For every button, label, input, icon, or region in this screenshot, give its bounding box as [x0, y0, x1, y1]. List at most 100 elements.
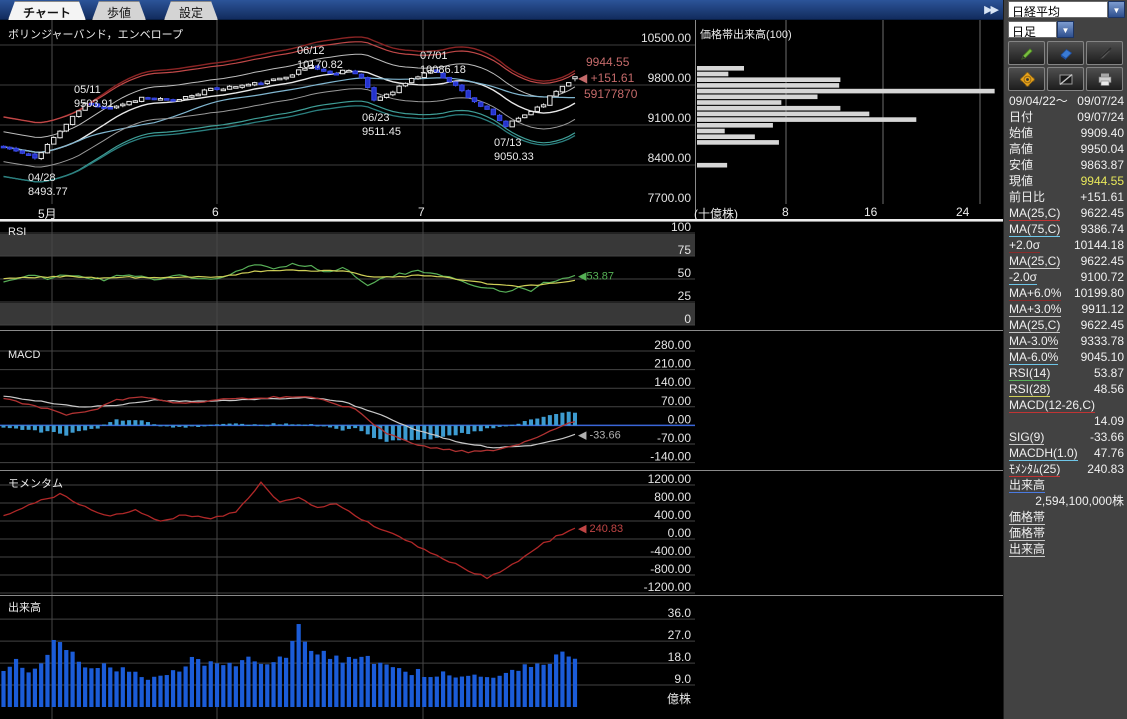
- period-selector[interactable]: 日足 ▼: [1008, 21, 1074, 38]
- sidebar-row-label: 前日比: [1009, 190, 1045, 206]
- settings-gear-icon[interactable]: [1008, 67, 1045, 91]
- tab-chart[interactable]: チャート: [8, 1, 86, 20]
- sidebar-row-label[interactable]: MA-6.0%: [1009, 350, 1058, 366]
- sidebar-row-label[interactable]: MA+3.0%: [1009, 302, 1061, 318]
- symbol-dropdown-button[interactable]: ▼: [1108, 1, 1125, 18]
- sidebar-row-label[interactable]: 出来高: [1009, 542, 1045, 558]
- tab-quotes-label: 歩値: [107, 6, 131, 20]
- sidebar-row-label[interactable]: 価格帯: [1009, 526, 1045, 542]
- sidebar-row: 出来高: [1008, 542, 1125, 558]
- sidebar-row-label[interactable]: -2.0σ: [1009, 270, 1037, 286]
- sidebar-row-label: 安値: [1009, 158, 1033, 174]
- tab-quotes[interactable]: 歩値: [92, 1, 146, 20]
- toolbar-row-2: [1008, 67, 1125, 91]
- symbol-selector[interactable]: 日経平均 ▼: [1008, 1, 1125, 18]
- svg-text:9100.00: 9100.00: [648, 111, 692, 125]
- sidebar-row-label[interactable]: MACD(12-26,C): [1009, 398, 1095, 414]
- svg-text:10086.18: 10086.18: [420, 64, 466, 76]
- sidebar-row-label[interactable]: 価格帯: [1009, 510, 1045, 526]
- eraser-icon[interactable]: [1047, 41, 1084, 65]
- rsi-panel-label: RSI: [8, 226, 26, 238]
- rsi-chart[interactable]: 100 75 50 25 0 ◀53.87: [0, 221, 1003, 330]
- macd-chart[interactable]: 280.00210.00140.0070.000.00-70.00-140.00…: [0, 330, 1003, 470]
- sidebar-row-value: 240.83: [1087, 462, 1124, 478]
- svg-text:10500.00: 10500.00: [641, 31, 691, 45]
- svg-text:7700.00: 7700.00: [648, 191, 692, 204]
- volume-by-price-chart[interactable]: [695, 20, 1003, 204]
- main-chart-title: ボリンジャーバンド，エンベロープ: [8, 26, 183, 42]
- svg-text:18.0: 18.0: [668, 650, 692, 664]
- sidebar-row: 始値9909.40: [1008, 126, 1125, 142]
- svg-text:75: 75: [678, 243, 692, 257]
- sidebar-row-value: 14.09: [1094, 414, 1124, 430]
- sidebar-row: 安値 9863.87: [1008, 158, 1125, 174]
- svg-text:◀ 240.83: ◀ 240.83: [578, 523, 623, 535]
- sidebar-row-label[interactable]: RSI(14): [1009, 366, 1050, 382]
- svg-text:9.0: 9.0: [674, 672, 691, 686]
- sidebar-row: +2.0σ 10144.18: [1008, 238, 1125, 254]
- tab-settings[interactable]: 設定: [164, 1, 218, 20]
- sidebar-row-label[interactable]: MA-3.0%: [1009, 334, 1058, 350]
- svg-text:8493.77: 8493.77: [28, 186, 68, 198]
- svg-text:100: 100: [671, 221, 691, 234]
- sidebar-row: SIG(9)-33.66: [1008, 430, 1125, 446]
- sidebar-row: 日付09/07/24: [1008, 110, 1125, 126]
- sidebar-row-label[interactable]: MACDH(1.0): [1009, 446, 1078, 462]
- axis-label: 8: [782, 205, 789, 219]
- svg-text:◀53.87: ◀53.87: [578, 270, 614, 282]
- svg-text:-70.00: -70.00: [657, 431, 691, 445]
- sidebar-row: RSI(28)48.56: [1008, 382, 1125, 398]
- sidebar-row: 出来高: [1008, 478, 1125, 494]
- svg-text:億株: 億株: [667, 691, 691, 706]
- sidebar-row-label[interactable]: MA(75,C): [1009, 222, 1060, 238]
- volume-panel-label: 出来高: [8, 599, 41, 615]
- fast-forward-icon[interactable]: ▶▶: [984, 3, 997, 16]
- sidebar-row-value: +151.61: [1080, 190, 1124, 206]
- period-dropdown-button[interactable]: ▼: [1057, 21, 1074, 38]
- svg-text:50: 50: [678, 266, 692, 280]
- svg-text:0: 0: [684, 312, 691, 326]
- draw-pencil-icon[interactable]: [1008, 41, 1045, 65]
- sidebar-row-label[interactable]: SIG(9): [1009, 430, 1044, 446]
- svg-text:8400.00: 8400.00: [648, 151, 692, 165]
- axis-label: 6: [212, 205, 219, 219]
- sidebar-row-value: 9863.87: [1081, 158, 1124, 174]
- svg-text:9511.45: 9511.45: [362, 126, 401, 138]
- momentum-chart[interactable]: 1200.00800.00400.000.00-400.00-800.00-12…: [0, 470, 1003, 595]
- svg-text:25: 25: [678, 289, 692, 303]
- sidebar-row: MA-6.0%9045.10: [1008, 350, 1125, 366]
- vbp-panel-title: 価格帯出来高(100): [700, 26, 792, 42]
- sidebar-row-label[interactable]: MA+6.0%: [1009, 286, 1061, 302]
- sidebar-row: MA(25,C) 9622.45: [1008, 318, 1125, 334]
- period-value: 日足: [1008, 21, 1057, 38]
- svg-text:9944.55: 9944.55: [586, 55, 630, 69]
- print-icon[interactable]: [1086, 67, 1123, 91]
- sidebar-row-label[interactable]: +2.0σ: [1009, 238, 1040, 254]
- sidebar-row: MACDH(1.0)47.76: [1008, 446, 1125, 462]
- candlestick-chart[interactable]: 10500.009800.009100.008400.007700.0004/2…: [0, 20, 695, 204]
- sidebar-row-value: 9944.55: [1081, 174, 1124, 190]
- sidebar-row: MA+6.0% 10199.80: [1008, 286, 1125, 302]
- sidebar-row-label[interactable]: 出来高: [1009, 478, 1045, 494]
- pencil-disabled-icon[interactable]: [1086, 41, 1123, 65]
- sidebar-row-label[interactable]: RSI(28): [1009, 382, 1050, 398]
- svg-text:210.00: 210.00: [654, 357, 691, 371]
- sidebar-row-value: 9333.78: [1081, 334, 1124, 350]
- sidebar-row-label[interactable]: MA(25,C): [1009, 254, 1060, 270]
- sidebar-row-label[interactable]: MA(25,C): [1009, 206, 1060, 222]
- volume-chart[interactable]: 36.027.018.09.0億株: [0, 595, 1003, 719]
- sidebar-row-label[interactable]: ﾓﾒﾝﾀﾑ(25): [1009, 462, 1060, 478]
- sidebar-row-value: 9622.45: [1081, 318, 1124, 334]
- svg-text:-1200.00: -1200.00: [644, 580, 692, 594]
- sidebar-row-value: 9100.72: [1081, 270, 1124, 286]
- svg-text:05/11: 05/11: [74, 84, 101, 96]
- svg-text:-140.00: -140.00: [650, 450, 691, 464]
- sidebar-row-label[interactable]: MA(25,C): [1009, 318, 1060, 334]
- sidebar-row-value: 10199.80: [1074, 286, 1124, 302]
- chart-mode-icon[interactable]: [1047, 67, 1084, 91]
- sidebar-row-value: 10144.18: [1074, 238, 1124, 254]
- svg-text:06/12: 06/12: [297, 45, 325, 57]
- svg-text:59177870: 59177870: [584, 87, 638, 101]
- sidebar-row-value: 9622.45: [1081, 206, 1124, 222]
- sidebar-row: RSI(14)53.87: [1008, 366, 1125, 382]
